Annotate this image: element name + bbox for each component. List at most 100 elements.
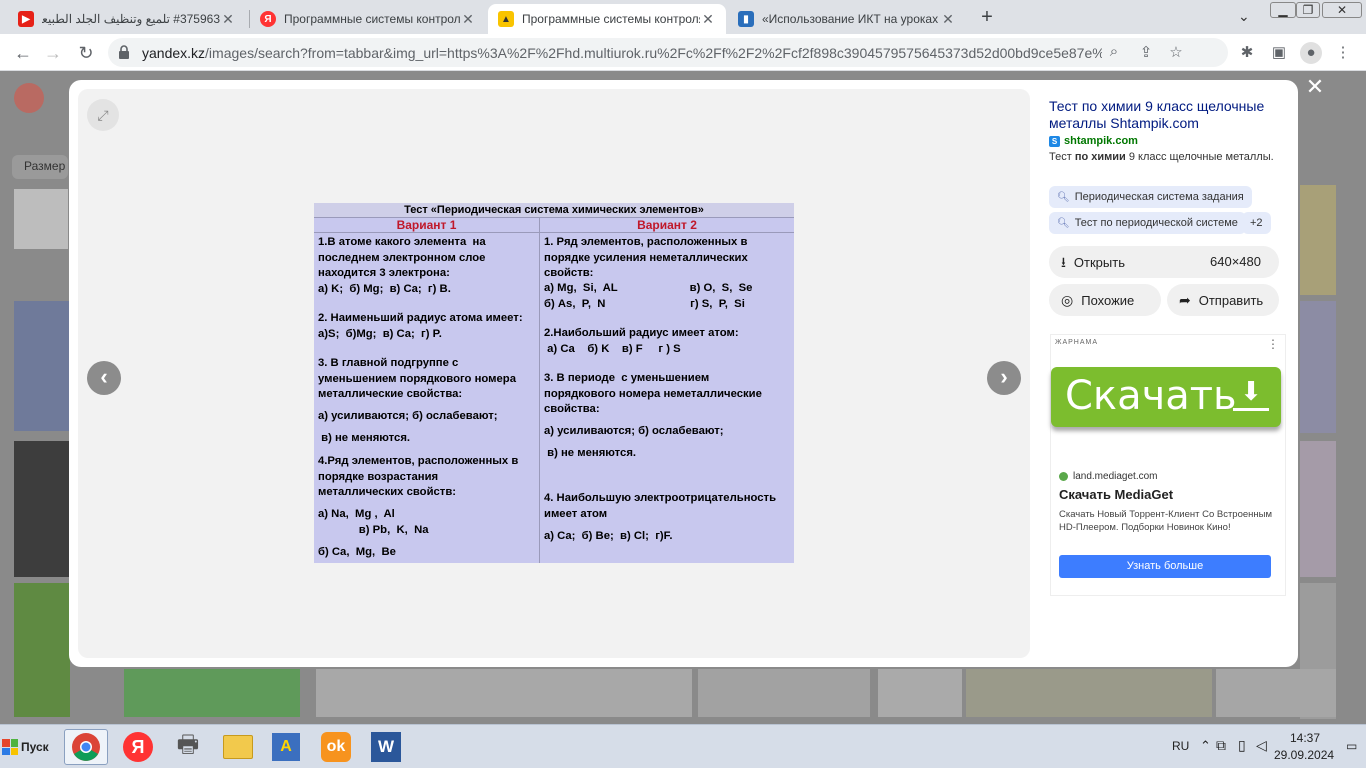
youtube-icon: ▶ [18,11,34,27]
question-text: а) усиливаются; б) ослабевают; [318,410,498,422]
thumbnail[interactable] [1300,441,1336,577]
question-text: а) Mg, Si, AL в) O, S, Se б) As, P, N г)… [544,282,753,310]
more-chips-button[interactable]: +2 [1242,212,1271,234]
menu-icon[interactable]: ⋮ [1332,42,1354,64]
image-viewer: ⤢ ‹ › Тест «Периодическая система химиче… [78,89,1030,658]
resolution-label: 640×480 [1210,254,1261,269]
result-card: Тест по химии 9 класс щелочные металлы S… [1040,80,1298,324]
tab-yandex-1[interactable]: Я Программные системы контроля знаний ✕ [250,4,486,34]
result-title-link[interactable]: Тест по химии 9 класс щелочные металлы S… [1049,98,1279,132]
close-icon[interactable]: ✕ [700,11,716,28]
yandex-browser-app[interactable]: Я [116,729,160,765]
clock-date[interactable]: 29.09.2024 [1274,748,1334,762]
show-hidden-icons-icon[interactable]: ⌃ [1200,738,1211,754]
side-panel-icon[interactable]: ▣ [1268,42,1290,64]
image-icon: ▲ [498,11,514,27]
search-icon: 🔍︎ [1057,192,1070,203]
close-icon[interactable]: ✕ [1304,76,1326,98]
odnoklassniki-app[interactable]: ok [314,729,358,765]
result-snippet: Тест по химии 9 класс щелочные металлы. [1049,151,1274,163]
printer-icon: 🖶︎ [176,730,200,758]
thumbnail[interactable] [698,669,870,717]
thumbnail[interactable] [966,669,1212,717]
question-text: а) Na, Mg , Al в) Pb, K, Na [318,508,429,536]
thumbnail[interactable] [878,669,962,717]
minimize-button[interactable]: ▁ [1270,2,1296,18]
address-bar[interactable]: yandex.kz/images/search?from=tabbar&img_… [108,38,1228,67]
thumbnail[interactable] [1300,185,1336,295]
image-preview-modal: ⤢ ‹ › Тест «Периодическая система химиче… [69,80,1298,667]
new-tab-button[interactable]: + [976,6,998,28]
chevron-down-icon[interactable]: ⌄ [1238,8,1250,25]
thumbnail[interactable] [316,669,692,717]
thumbnail[interactable] [1300,301,1336,433]
preview-image[interactable]: Тест «Периодическая система химических э… [314,203,794,563]
clock-time[interactable]: 14:37 [1290,731,1320,745]
close-icon[interactable]: ✕ [460,11,476,28]
thumbnail[interactable] [14,441,70,577]
thumbnail[interactable] [1216,669,1336,717]
folder-icon [223,735,253,759]
ad-card[interactable]: ЖАРНАМА ⋮ Скачать ⬇ land.mediaget.com Ска… [1050,334,1286,596]
browser-toolbar: ← → ↻ yandex.kz/images/search?from=tabba… [0,34,1366,71]
app-shortcut[interactable]: A [264,729,308,765]
tab-yandex-images-active[interactable]: ▲ Программные системы контроля знаний ✕ [488,4,726,34]
question-text: 1. Ряд элементов, расположенных в порядк… [544,236,748,279]
profile-icon[interactable]: ● [1300,42,1322,64]
search-icon[interactable]: ⌕ [1104,43,1124,63]
ad-banner[interactable]: Скачать ⬇ [1051,367,1281,427]
chrome-app[interactable] [64,729,108,765]
tab-youtube[interactable]: ▶ #375963 تلميع وتنظيف الجلد الطبيعي ✕ [8,4,246,34]
tab-title: «Использование ИКТ на уроках химии» [762,12,940,26]
share-button[interactable]: ➦ Отправить [1167,284,1279,316]
more-options-icon[interactable]: ⋮ [1267,337,1279,351]
window-close-button[interactable]: ✕ [1322,2,1362,18]
chevron-right-icon[interactable]: › [987,361,1021,395]
star-icon[interactable]: ☆ [1166,43,1186,63]
close-icon[interactable]: ✕ [940,11,956,28]
ad-text: Скачать Новый Торрент-Клиент Со Встроенн… [1059,509,1273,533]
related-search-chip[interactable]: 🔍︎ Периодическая система задания [1049,186,1252,208]
question-text: 2.Наибольший радиус имеет атом: а) Ca б)… [544,327,739,355]
result-source[interactable]: Sshtampik.com [1049,135,1138,147]
start-button[interactable]: Пуск [2,731,54,763]
close-icon[interactable]: ✕ [220,11,236,28]
file-explorer-app[interactable] [216,729,260,765]
expand-icon[interactable]: ⤢ [87,99,119,131]
lock-icon [119,45,129,59]
word-app[interactable]: W [364,729,408,765]
chevron-left-icon[interactable]: ‹ [87,361,121,395]
power-icon[interactable]: ▯ [1238,737,1246,754]
learn-more-button[interactable]: Узнать больше [1059,555,1271,578]
windows-icon [2,739,18,755]
printer-app[interactable]: 🖶︎ [166,729,210,765]
thumbnail[interactable] [14,189,68,249]
related-search-chip[interactable]: 🔍︎ Тест по периодической системе [1049,212,1246,234]
language-indicator[interactable]: RU [1172,739,1189,753]
variant-1-header: Вариант 1 [314,218,539,233]
volume-icon[interactable]: ◁ [1256,737,1267,754]
similar-button[interactable]: ◎ Похожие [1049,284,1161,316]
show-desktop-icon[interactable]: ▭ [1346,739,1357,753]
word-icon: W [371,732,401,762]
question-text: а) усиливаются; б) ослабевают; [544,425,724,437]
yandex-icon: Я [123,732,153,762]
tab-title: #375963 تلميع وتنظيف الجلد الطبيعي [42,12,220,26]
thumbnail[interactable] [14,301,70,431]
taskbar: Пуск Я 🖶︎ A ok W RU ⌃ ⧉ ▯ ◁ 14:37 29.09.… [0,724,1366,768]
open-button[interactable]: ⭳ Открыть 640×480 [1049,246,1279,278]
thumbnail[interactable] [124,669,300,717]
share-icon[interactable]: ⇪ [1136,43,1156,63]
forward-icon[interactable]: → [40,40,66,66]
lens-icon: ◎ [1061,292,1074,308]
restore-button[interactable]: ❐ [1296,2,1320,18]
extensions-icon[interactable]: ✱ [1236,42,1258,64]
size-filter-button[interactable]: Размер [12,155,68,179]
reload-icon[interactable]: ↻ [73,40,99,66]
thumbnail[interactable] [14,583,70,717]
network-icon[interactable]: ⧉ [1216,737,1226,754]
tab-strip: ▶ #375963 تلميع وتنظيف الجلد الطبيعي ✕ Я… [0,0,1366,34]
ad-headline[interactable]: Скачать MediaGet [1059,487,1173,502]
tab-multiurok[interactable]: ▮ «Использование ИКТ на уроках химии» ✕ [728,4,966,34]
back-icon[interactable]: ← [10,40,36,66]
